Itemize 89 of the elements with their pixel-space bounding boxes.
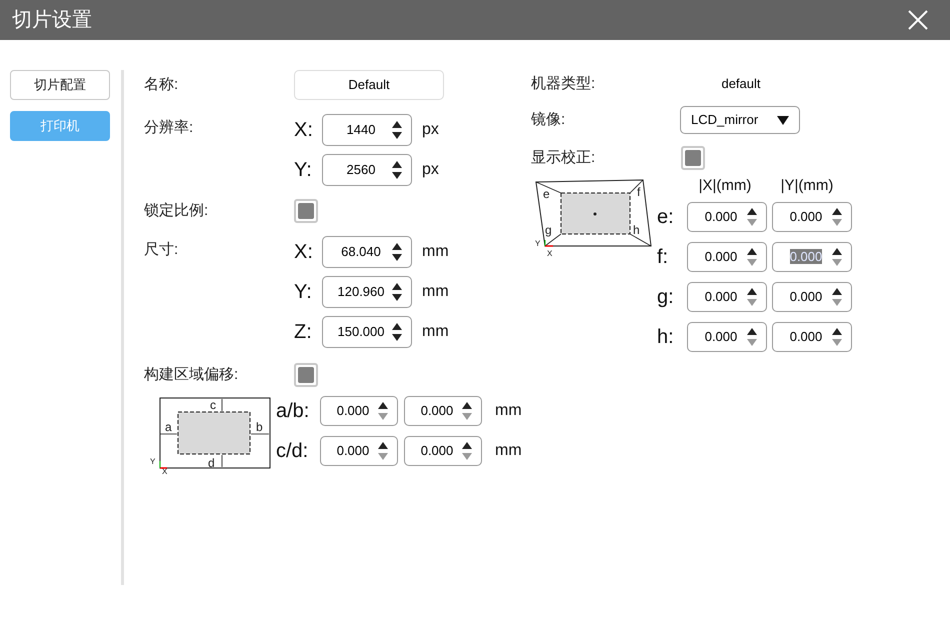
unit-label: mm [495,441,522,461]
number-field[interactable]: 2560 [322,154,412,186]
corner-label: f: [657,245,670,270]
stepper-icon[interactable] [831,286,843,308]
caret-icon [777,116,789,124]
field-value: 0.000 [336,403,370,418]
unit-label: mm [422,242,449,262]
number-field[interactable]: 0.000 [687,322,767,352]
stepper-icon[interactable] [391,241,403,263]
field-label: 机器类型: [531,74,596,94]
axis-label: Z: [294,320,313,345]
stepper-icon[interactable] [391,119,403,141]
number-field[interactable]: 0.000 [687,202,767,232]
stepper-icon[interactable] [461,400,473,422]
axis-label: Y: [294,280,313,305]
stepper-icon[interactable] [831,246,843,268]
field-label: 镜像: [531,110,566,130]
field-label: 尺寸: [144,241,178,258]
number-field[interactable]: 0.000 [404,396,482,426]
number-field[interactable]: 0.000 [687,242,767,272]
field-value: 0.000 [790,249,822,264]
field-value: 0.000 [420,403,454,418]
unit-label: mm [422,322,449,342]
corner-label: h: [657,325,675,350]
number-field[interactable]: 0.000 [687,282,767,312]
field-label: 名称: [144,74,180,95]
checkbox[interactable] [681,146,705,170]
field-label: 分辨率: [144,119,194,136]
stepper-icon[interactable] [391,321,403,343]
field-value: 2560 [346,162,376,178]
number-field[interactable]: 0.000 [772,202,852,232]
number-field[interactable]: 1440 [322,114,412,146]
unit-label: px [422,120,439,140]
stepper-icon[interactable] [377,440,389,462]
unit-label: mm [495,401,522,421]
stepper-icon[interactable] [461,440,473,462]
stepper-icon[interactable] [391,281,403,303]
window-title: 切片设置 [12,8,92,33]
checkbox[interactable] [294,363,318,387]
corner-label: g: [657,285,675,310]
mirror-dropdown[interactable]: LCD_mirror [680,106,800,134]
axis-label: X: [294,118,314,143]
field-value: 0.000 [790,289,822,304]
number-field[interactable]: 68.040 [322,236,412,268]
axis-label: X: [294,240,314,265]
field-label: 锁定比例: [144,200,210,221]
field-value: 68.040 [341,244,381,260]
number-field[interactable]: 0.000 [772,322,852,352]
field-label: 显示校正: [531,148,596,168]
number-field[interactable]: 0.000 [772,282,852,312]
number-field[interactable]: 0.000 [320,436,398,466]
number-field[interactable]: 0.000 [404,436,482,466]
field-label: 构建区域偏移: [144,364,240,385]
field-value: 0.000 [704,289,738,304]
field-value: 0.000 [704,329,738,344]
field-value: 0.000 [790,209,822,224]
field-value: 0.000 [704,249,738,264]
name-field[interactable]: Default [294,70,444,100]
column-header: |Y|(mm) [780,176,834,196]
unit-label: px [422,160,439,180]
number-field[interactable]: 150.000 [322,316,412,348]
number-field[interactable]: 0.000 [320,396,398,426]
column-header: |X|(mm) [698,176,752,196]
stepper-icon[interactable] [831,206,843,228]
axis-label: a/b: [276,399,310,424]
offset-diagram: c a b Y d X [150,396,272,474]
axis-label: Y: [294,158,313,183]
unit-label: mm [422,282,449,302]
stepper-icon[interactable] [746,206,758,228]
axis-label: c/d: [276,439,310,464]
corner-label: e: [657,205,675,230]
stepper-icon[interactable] [746,286,758,308]
field-value: 0.000 [704,209,738,224]
machine-type-value: default [720,75,762,94]
sidebar-tab[interactable]: 切片配置 [10,70,110,100]
stepper-icon[interactable] [391,159,403,181]
field-value: 0.000 [790,329,822,344]
stepper-icon[interactable] [746,246,758,268]
field-value: 1440 [346,122,376,138]
field-value: 120.960 [338,284,384,300]
number-field[interactable]: 120.960 [322,276,412,308]
field-value: 0.000 [420,443,454,458]
field-value: 0.000 [336,443,370,458]
close-icon[interactable] [908,10,928,30]
checkbox[interactable] [294,199,318,223]
stepper-icon[interactable] [746,326,758,348]
stepper-icon[interactable] [377,400,389,422]
stepper-icon[interactable] [831,326,843,348]
field-value: 150.000 [338,324,384,340]
